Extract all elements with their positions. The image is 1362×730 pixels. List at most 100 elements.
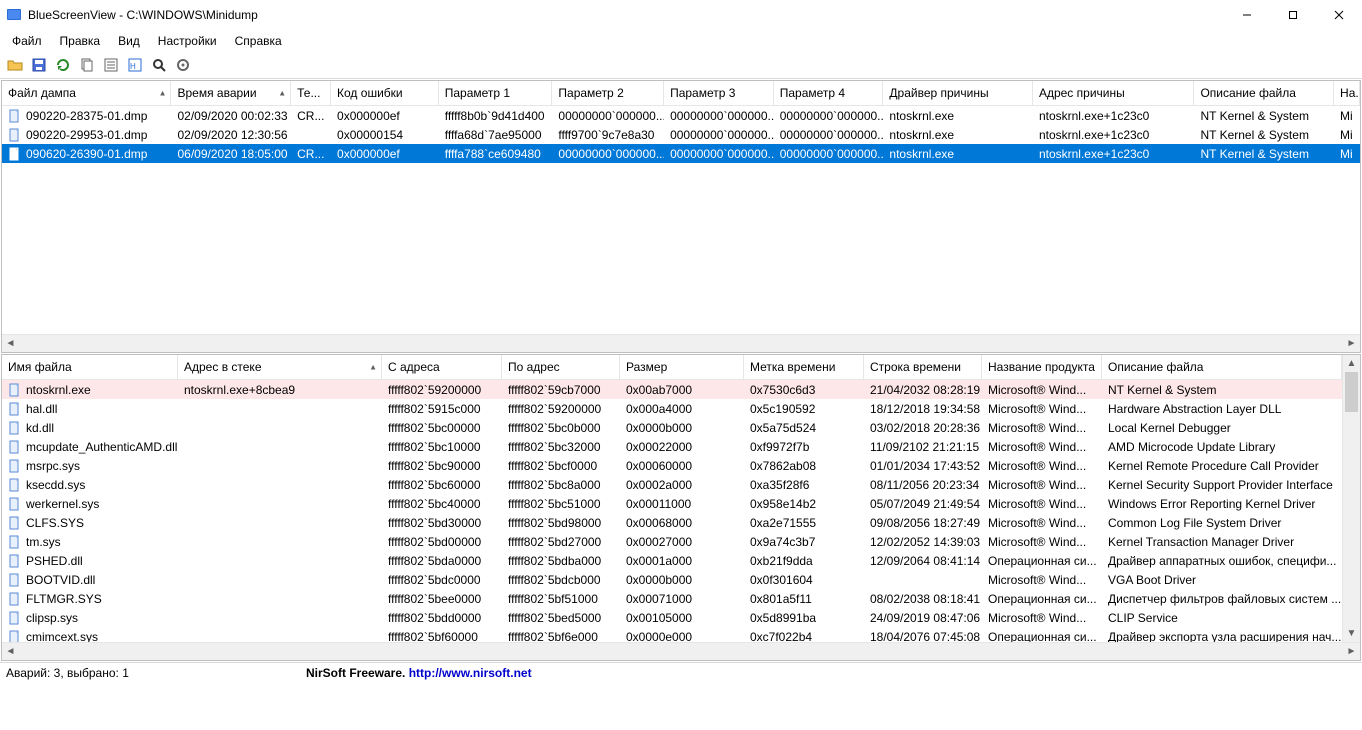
scroll-down-icon[interactable]: ▼: [1343, 625, 1360, 642]
menu-item[interactable]: Правка: [52, 32, 109, 50]
open-icon[interactable]: [6, 56, 24, 74]
table-cell: clipsp.sys: [2, 611, 178, 625]
table-cell: 0x9a74c3b7: [744, 535, 864, 549]
column-header[interactable]: Имя файла: [2, 355, 178, 379]
column-header[interactable]: Строка времени: [864, 355, 982, 379]
menu-item[interactable]: Вид: [110, 32, 148, 50]
column-header[interactable]: Параметр 2: [552, 81, 664, 105]
column-header[interactable]: Описание файла: [1194, 81, 1334, 105]
scroll-right-icon[interactable]: ►: [1343, 335, 1360, 352]
copy-icon[interactable]: [78, 56, 96, 74]
table-cell: fffff802`5bc00000: [382, 421, 502, 435]
table-cell: 18/04/2076 07:45:08: [864, 630, 982, 643]
table-cell: ffff9700`9c7e8a30: [552, 128, 664, 142]
maximize-button[interactable]: [1270, 0, 1316, 30]
table-cell: 0x00071000: [620, 592, 744, 606]
table-row[interactable]: cmimcext.sysfffff802`5bf60000fffff802`5b…: [2, 627, 1342, 642]
toolbar: H: [0, 54, 1362, 79]
table-cell: cmimcext.sys: [2, 630, 178, 643]
column-header[interactable]: Файл дампа▲: [2, 81, 171, 105]
column-header[interactable]: Время аварии▲: [171, 81, 291, 105]
table-cell: tm.sys: [2, 535, 178, 549]
html-icon[interactable]: H: [126, 56, 144, 74]
scrollbar-horizontal[interactable]: ◄ ►: [2, 334, 1360, 352]
table-row[interactable]: ntoskrnl.exentoskrnl.exe+8cbea9fffff802`…: [2, 380, 1342, 399]
column-header[interactable]: Размер: [620, 355, 744, 379]
options-icon[interactable]: [174, 56, 192, 74]
column-header[interactable]: Адрес причины: [1033, 81, 1195, 105]
scroll-left-icon[interactable]: ◄: [2, 335, 19, 352]
table-cell: Операционная си...: [982, 554, 1102, 568]
table-row[interactable]: 090620-26390-01.dmp06/09/2020 18:05:00CR…: [2, 144, 1360, 163]
table-cell: fffff802`5915c000: [382, 402, 502, 416]
table-cell: Local Kernel Debugger: [1102, 421, 1342, 435]
table-cell: 00000000`000000...: [664, 147, 774, 161]
nirsoft-link[interactable]: NirSoft Freeware. http://www.nirsoft.net: [306, 666, 532, 680]
menu-item[interactable]: Справка: [227, 32, 290, 50]
column-header[interactable]: Драйвер причины: [883, 81, 1033, 105]
column-header[interactable]: Метка времени: [744, 355, 864, 379]
table-cell: Драйвер аппаратных ошибок, специфи...: [1102, 554, 1342, 568]
table-cell: fffff802`5bda0000: [382, 554, 502, 568]
table-cell: msrpc.sys: [2, 459, 178, 473]
column-header[interactable]: Адрес в стеке▲: [178, 355, 382, 379]
table-row[interactable]: 090220-29953-01.dmp02/09/2020 12:30:560x…: [2, 125, 1360, 144]
table-row[interactable]: FLTMGR.SYSfffff802`5bee0000fffff802`5bf5…: [2, 589, 1342, 608]
table-row[interactable]: clipsp.sysfffff802`5bdd0000fffff802`5bed…: [2, 608, 1342, 627]
refresh-icon[interactable]: [54, 56, 72, 74]
table-cell: fffff802`5bc10000: [382, 440, 502, 454]
column-header[interactable]: Код ошибки: [331, 81, 439, 105]
table-cell: 02/09/2020 00:02:33: [171, 109, 291, 123]
table-row[interactable]: PSHED.dllfffff802`5bda0000fffff802`5bdba…: [2, 551, 1342, 570]
table-cell: CR...: [291, 147, 331, 161]
scroll-left-icon[interactable]: ◄: [2, 643, 19, 660]
table-cell: Kernel Transaction Manager Driver: [1102, 535, 1342, 549]
file-icon: [8, 592, 22, 606]
minimize-button[interactable]: [1224, 0, 1270, 30]
table-cell: mcupdate_AuthenticAMD.dll: [2, 440, 178, 454]
scroll-up-icon[interactable]: ▲: [1343, 355, 1360, 372]
table-row[interactable]: 090220-28375-01.dmp02/09/2020 00:02:33CR…: [2, 106, 1360, 125]
column-header[interactable]: По адрес: [502, 355, 620, 379]
table-cell: 0x000000ef: [331, 109, 439, 123]
table-cell: Microsoft® Wind...: [982, 573, 1102, 587]
table-cell: 00000000`000000...: [552, 109, 664, 123]
column-header[interactable]: Параметр 1: [439, 81, 553, 105]
table-cell: hal.dll: [2, 402, 178, 416]
table-row[interactable]: kd.dllfffff802`5bc00000fffff802`5bc0b000…: [2, 418, 1342, 437]
scroll-right-icon[interactable]: ►: [1343, 643, 1360, 660]
close-button[interactable]: [1316, 0, 1362, 30]
table-row[interactable]: CLFS.SYSfffff802`5bd30000fffff802`5bd980…: [2, 513, 1342, 532]
scrollbar-horizontal[interactable]: ◄ ►: [2, 642, 1360, 660]
table-row[interactable]: ksecdd.sysfffff802`5bc60000fffff802`5bc8…: [2, 475, 1342, 494]
table-row[interactable]: mcupdate_AuthenticAMD.dll fffff802`5bc100…: [2, 437, 1342, 456]
column-header[interactable]: Те...: [291, 81, 331, 105]
table-cell: 09/08/2056 18:27:49: [864, 516, 982, 530]
props-icon[interactable]: [102, 56, 120, 74]
column-header[interactable]: Параметр 4: [774, 81, 884, 105]
table-cell: 00000000`000000...: [664, 109, 774, 123]
file-icon: [8, 630, 22, 643]
table-cell: 0x000a4000: [620, 402, 744, 416]
column-header[interactable]: Описание файла: [1102, 355, 1342, 379]
column-header[interactable]: С адреса: [382, 355, 502, 379]
menu-item[interactable]: Настройки: [150, 32, 225, 50]
table-row[interactable]: BOOTVID.dllfffff802`5bdc0000fffff802`5bd…: [2, 570, 1342, 589]
scrollbar-vertical[interactable]: ▲ ▼: [1342, 355, 1360, 642]
table-cell: fffff802`5bd00000: [382, 535, 502, 549]
column-header[interactable]: Название продукта: [982, 355, 1102, 379]
table-cell: 0x00068000: [620, 516, 744, 530]
table-cell: 0xc7f022b4: [744, 630, 864, 643]
menu-item[interactable]: Файл: [4, 32, 50, 50]
table-row[interactable]: werkernel.sysfffff802`5bc40000fffff802`5…: [2, 494, 1342, 513]
table-cell: fffff8b0b`9d41d400: [439, 109, 553, 123]
table-row[interactable]: hal.dllfffff802`5915c000fffff802`5920000…: [2, 399, 1342, 418]
table-row[interactable]: tm.sysfffff802`5bd00000fffff802`5bd27000…: [2, 532, 1342, 551]
find-icon[interactable]: [150, 56, 168, 74]
column-header[interactable]: Параметр 3: [664, 81, 774, 105]
table-cell: ntoskrnl.exe+8cbea9: [178, 383, 382, 397]
column-header[interactable]: На...: [1334, 81, 1360, 105]
table-cell: ntoskrnl.exe: [883, 109, 1033, 123]
table-row[interactable]: msrpc.sysfffff802`5bc90000fffff802`5bcf0…: [2, 456, 1342, 475]
save-icon[interactable]: [30, 56, 48, 74]
